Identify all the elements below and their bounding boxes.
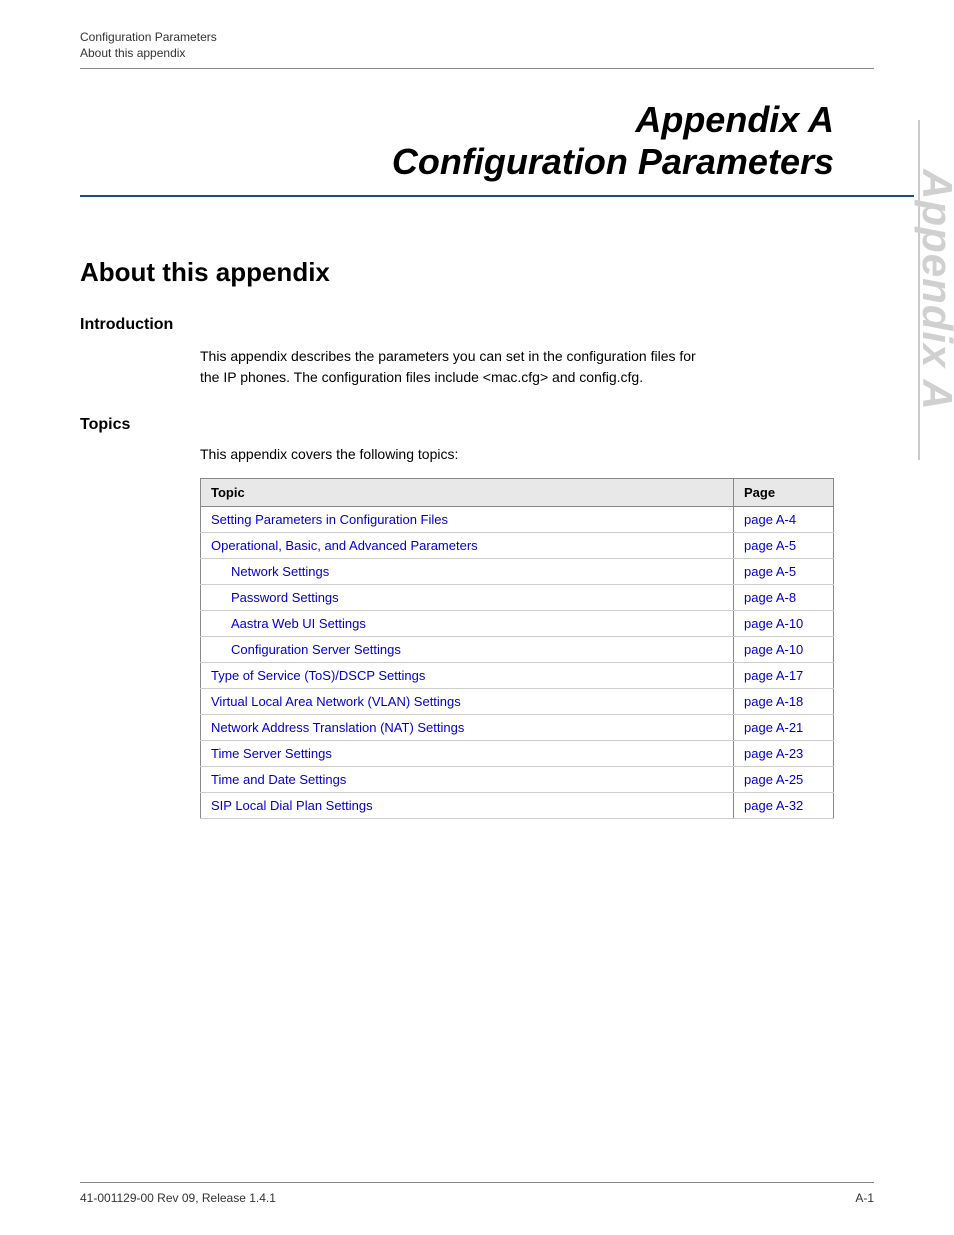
page-link[interactable]: page A-21: [744, 720, 803, 735]
topics-heading: Topics: [80, 416, 874, 434]
topic-link[interactable]: Password Settings: [231, 590, 339, 605]
page-link[interactable]: page A-23: [744, 746, 803, 761]
table-row: Operational, Basic, and Advanced Paramet…: [201, 533, 834, 559]
page-link[interactable]: page A-5: [744, 538, 796, 553]
table-row: Password Settings page A-8: [201, 585, 834, 611]
introduction-heading: Introduction: [80, 316, 874, 334]
table-row: Type of Service (ToS)/DSCP Settings page …: [201, 663, 834, 689]
table-cell-topic[interactable]: SIP Local Dial Plan Settings: [201, 793, 734, 819]
topic-link[interactable]: Virtual Local Area Network (VLAN) Settin…: [211, 694, 461, 709]
topic-link[interactable]: Time and Date Settings: [211, 772, 346, 787]
footer: 41-001129-00 Rev 09, Release 1.4.1 A-1: [80, 1182, 874, 1205]
topic-link[interactable]: Aastra Web UI Settings: [231, 616, 366, 631]
intro-line2: the IP phones. The configuration files i…: [200, 369, 643, 385]
config-title: Configuration Parameters: [80, 141, 834, 183]
table-cell-page[interactable]: page A-21: [734, 715, 834, 741]
table-row: Configuration Server Settings page A-10: [201, 637, 834, 663]
breadcrumb: Configuration Parameters About this appe…: [0, 0, 954, 60]
table-cell-topic[interactable]: Time Server Settings: [201, 741, 734, 767]
about-heading: About this appendix: [80, 257, 874, 288]
page-link[interactable]: page A-18: [744, 694, 803, 709]
table-row: Virtual Local Area Network (VLAN) Settin…: [201, 689, 834, 715]
table-cell-page[interactable]: page A-10: [734, 611, 834, 637]
intro-line1: This appendix describes the parameters y…: [200, 348, 696, 364]
col-header-topic: Topic: [201, 479, 734, 507]
table-cell-topic[interactable]: Virtual Local Area Network (VLAN) Settin…: [201, 689, 734, 715]
table-row: Aastra Web UI Settings page A-10: [201, 611, 834, 637]
page-link[interactable]: page A-10: [744, 616, 803, 631]
page-link[interactable]: page A-32: [744, 798, 803, 813]
table-cell-topic[interactable]: Type of Service (ToS)/DSCP Settings: [201, 663, 734, 689]
table-cell-topic[interactable]: Aastra Web UI Settings: [201, 611, 734, 637]
topic-link[interactable]: SIP Local Dial Plan Settings: [211, 798, 373, 813]
table-row: Network Settings page A-5: [201, 559, 834, 585]
side-tab-text: Appendix A: [913, 169, 954, 411]
page-link[interactable]: page A-4: [744, 512, 796, 527]
breadcrumb-line1: Configuration Parameters: [80, 30, 874, 44]
intro-text-block: This appendix describes the parameters y…: [200, 346, 834, 388]
table-cell-page[interactable]: page A-8: [734, 585, 834, 611]
table-row: Setting Parameters in Configuration File…: [201, 507, 834, 533]
topic-link[interactable]: Network Address Translation (NAT) Settin…: [211, 720, 464, 735]
table-cell-page[interactable]: page A-4: [734, 507, 834, 533]
table-cell-page[interactable]: page A-18: [734, 689, 834, 715]
table-cell-topic[interactable]: Network Address Translation (NAT) Settin…: [201, 715, 734, 741]
topic-link[interactable]: Time Server Settings: [211, 746, 332, 761]
section-heading: About this appendix: [0, 197, 954, 288]
table-cell-page[interactable]: page A-10: [734, 637, 834, 663]
table-row: Time and Date Settings page A-25: [201, 767, 834, 793]
table-row: Network Address Translation (NAT) Settin…: [201, 715, 834, 741]
topic-link[interactable]: Setting Parameters in Configuration File…: [211, 512, 448, 527]
table-cell-page[interactable]: page A-25: [734, 767, 834, 793]
table-row: SIP Local Dial Plan Settings page A-32: [201, 793, 834, 819]
table-cell-page[interactable]: page A-5: [734, 559, 834, 585]
topic-link[interactable]: Network Settings: [231, 564, 329, 579]
title-block: Appendix A Configuration Parameters: [0, 69, 914, 183]
col-header-page: Page: [734, 479, 834, 507]
page-link[interactable]: page A-5: [744, 564, 796, 579]
page-link[interactable]: page A-25: [744, 772, 803, 787]
appendix-title: Appendix A: [80, 99, 834, 141]
topics-table: Topic Page Setting Parameters in Configu…: [200, 478, 834, 819]
table-cell-page[interactable]: page A-17: [734, 663, 834, 689]
table-cell-topic[interactable]: Time and Date Settings: [201, 767, 734, 793]
footer-right: A-1: [855, 1191, 874, 1205]
topic-link[interactable]: Type of Service (ToS)/DSCP Settings: [211, 668, 425, 683]
table-row: Time Server Settings page A-23: [201, 741, 834, 767]
topic-link[interactable]: Configuration Server Settings: [231, 642, 401, 657]
page-container: Appendix A Configuration Parameters Abou…: [0, 0, 954, 1235]
side-tab: Appendix A: [918, 120, 954, 460]
table-cell-topic[interactable]: Password Settings: [201, 585, 734, 611]
page-link[interactable]: page A-10: [744, 642, 803, 657]
table-header-row: Topic Page: [201, 479, 834, 507]
table-cell-topic[interactable]: Network Settings: [201, 559, 734, 585]
table-cell-topic[interactable]: Configuration Server Settings: [201, 637, 734, 663]
table-cell-page[interactable]: page A-23: [734, 741, 834, 767]
breadcrumb-line2: About this appendix: [80, 46, 874, 60]
topics-intro-text: This appendix covers the following topic…: [200, 446, 834, 462]
intro-text: This appendix describes the parameters y…: [200, 346, 834, 388]
table-cell-topic[interactable]: Operational, Basic, and Advanced Paramet…: [201, 533, 734, 559]
footer-left: 41-001129-00 Rev 09, Release 1.4.1: [80, 1191, 276, 1205]
table-cell-page[interactable]: page A-5: [734, 533, 834, 559]
page-link[interactable]: page A-17: [744, 668, 803, 683]
table-cell-topic[interactable]: Setting Parameters in Configuration File…: [201, 507, 734, 533]
introduction-heading-block: Introduction: [80, 316, 874, 334]
topics-heading-block: Topics: [80, 416, 874, 434]
table-cell-page[interactable]: page A-32: [734, 793, 834, 819]
page-link[interactable]: page A-8: [744, 590, 796, 605]
topic-link[interactable]: Operational, Basic, and Advanced Paramet…: [211, 538, 478, 553]
content-area: Introduction This appendix describes the…: [0, 316, 954, 819]
topics-content: This appendix covers the following topic…: [200, 446, 834, 819]
